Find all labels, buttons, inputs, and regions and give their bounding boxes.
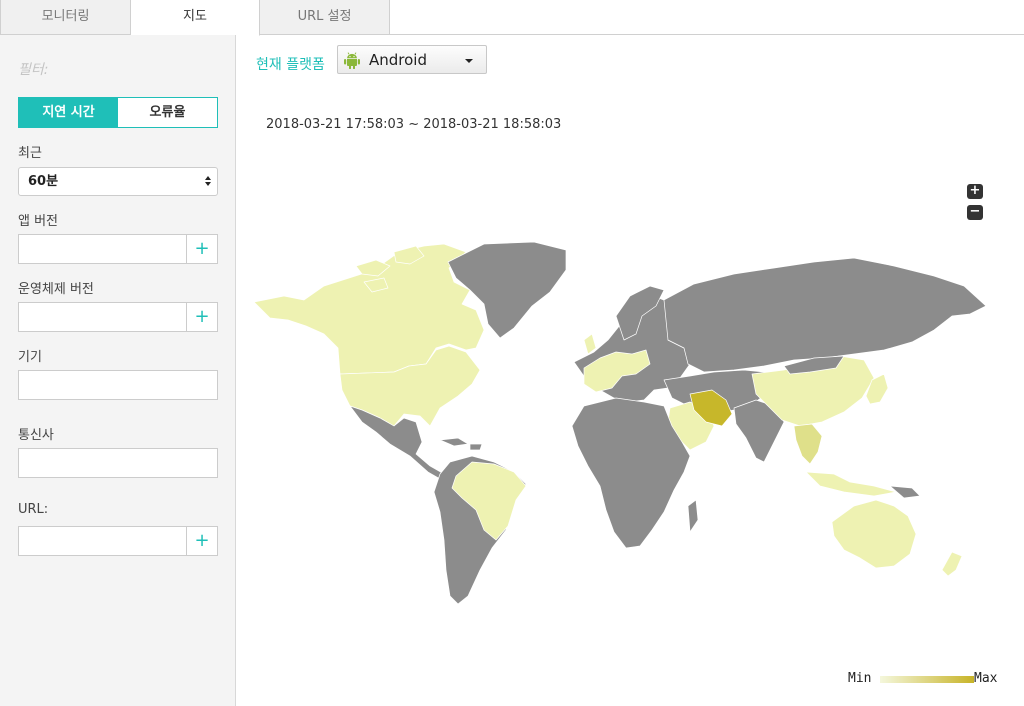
url-input[interactable]: + [18, 526, 218, 556]
world-map[interactable] [244, 230, 1024, 620]
os-version-input[interactable]: + [18, 302, 218, 332]
recent-label: 최근 [18, 146, 42, 161]
add-os-version-button[interactable]: + [186, 303, 217, 331]
app-version-input[interactable]: + [18, 234, 218, 264]
filter-sidebar: 필터: 지연 시간 오류율 최근 60분 앱 버전 + 운영체제 버전 + 기기… [0, 35, 236, 706]
legend-max: Max [974, 671, 998, 686]
map-region-russia [663, 257, 987, 373]
legend-gradient [880, 676, 974, 683]
map-region-new-zealand[interactable] [941, 551, 963, 577]
device-input[interactable] [18, 370, 218, 400]
map-region-caribbean [439, 437, 483, 451]
add-url-button[interactable]: + [186, 527, 217, 555]
tab-bar: 모니터링 지도 URL 설정 [0, 0, 1024, 36]
carrier-label: 통신사 [18, 428, 54, 443]
current-platform-label: 현재 플랫폼 [256, 57, 325, 73]
url-label: URL: [18, 502, 49, 517]
chevron-down-icon [465, 59, 473, 63]
filter-title: 필터: [18, 62, 49, 78]
recent-select-value: 60분 [28, 174, 59, 189]
time-range: 2018-03-21 17:58:03 ~ 2018-03-21 18:58:0… [266, 117, 562, 132]
error-rate-toggle-button[interactable]: 오류율 [118, 98, 217, 127]
map-region-uk[interactable] [583, 333, 597, 355]
app-version-label: 앱 버전 [18, 214, 59, 229]
metric-toggle: 지연 시간 오류율 [18, 97, 218, 128]
add-app-version-button[interactable]: + [186, 235, 217, 263]
tab-url-settings[interactable]: URL 설정 [259, 0, 390, 35]
os-version-label: 운영체제 버전 [18, 282, 94, 297]
latency-toggle-button[interactable]: 지연 시간 [19, 98, 118, 127]
map-region-australia[interactable] [831, 499, 917, 569]
map-region-madagascar [687, 499, 699, 533]
carrier-input[interactable] [18, 448, 218, 478]
map-region-indonesia[interactable] [805, 471, 897, 497]
recent-select[interactable]: 60분 [18, 167, 218, 196]
platform-select[interactable]: Android [337, 45, 487, 74]
zoom-in-button[interactable]: + [967, 184, 983, 199]
tab-monitoring[interactable]: 모니터링 [0, 0, 131, 35]
android-icon [344, 52, 360, 69]
map-region-southeast-asia[interactable] [793, 423, 823, 465]
platform-select-value: Android [369, 51, 427, 69]
legend-min: Min [848, 671, 872, 686]
tab-map[interactable]: 지도 [130, 0, 260, 36]
zoom-out-button[interactable]: − [967, 205, 983, 220]
device-label: 기기 [18, 350, 42, 365]
